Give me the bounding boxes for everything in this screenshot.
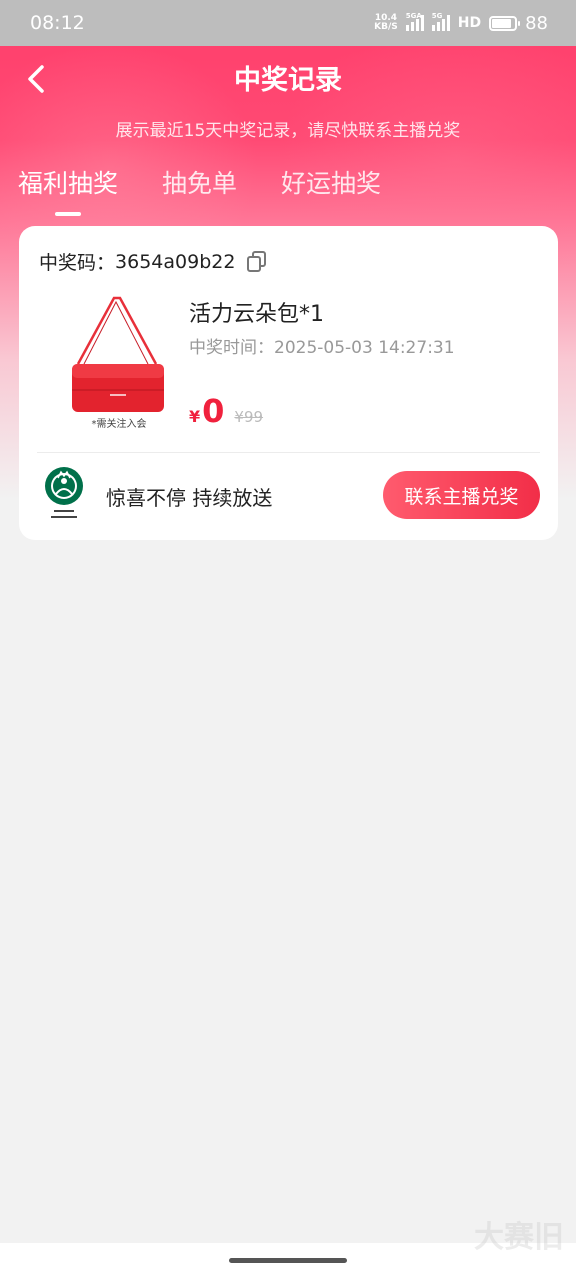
tab-free-order[interactable]: 抽免单 — [162, 164, 237, 200]
tab-lucky-lottery[interactable]: 好运抽奖 — [281, 164, 381, 200]
product-image — [64, 292, 170, 432]
signal-5g-icon: 5G — [431, 12, 450, 31]
signal-5ga-icon: 5GA — [405, 12, 424, 31]
price-row: ¥ 0 ¥99 — [189, 392, 263, 430]
divider — [37, 452, 540, 453]
page-title: 中奖记录 — [234, 65, 342, 96]
hd-icon: HD — [457, 15, 482, 31]
tab-welfare-lottery[interactable]: 福利抽奖 — [18, 164, 118, 216]
tab-bar: 福利抽奖 抽免单 好运抽奖 — [18, 164, 425, 216]
product-name: 活力云朵包*1 — [189, 302, 324, 327]
prize-code-value: 3654a09b22 — [115, 250, 236, 273]
starbucks-logo-icon — [41, 466, 87, 524]
prize-record-card: 中奖码： 3654a09b22 *需关注入会 活力云朵包*1 中奖时间：2025… — [19, 226, 558, 540]
price-currency: ¥ — [189, 407, 201, 426]
status-bar: 08:12 10.4 KB/S 5GA 5G HD 88 — [0, 0, 576, 46]
battery-icon — [489, 15, 521, 31]
page-subtitle: 展示最近15天中奖记录，请尽快联系主播兑奖 — [115, 121, 461, 141]
status-time: 08:12 — [30, 12, 85, 34]
network-speed: 10.4 KB/S — [374, 13, 398, 32]
watermark: 大赛旧 — [474, 1220, 564, 1255]
product-note: *需关注入会 — [91, 419, 147, 430]
win-time: 中奖时间：2025-05-03 14:27:31 — [189, 338, 455, 358]
original-price: ¥99 — [234, 408, 264, 426]
battery-level: 88 — [525, 12, 548, 34]
prize-code-label: 中奖码： — [39, 252, 116, 274]
price-value: 0 — [202, 392, 225, 430]
tab-active-indicator — [55, 212, 81, 216]
home-indicator[interactable] — [229, 1258, 347, 1263]
prize-code-row: 中奖码： 3654a09b22 — [39, 248, 269, 275]
copy-icon[interactable] — [247, 250, 269, 273]
brand-slogan: 惊喜不停 持续放送 — [106, 486, 273, 510]
status-icons: 10.4 KB/S 5GA 5G HD 88 — [374, 12, 548, 34]
contact-host-button[interactable]: 联系主播兑奖 — [383, 471, 540, 519]
